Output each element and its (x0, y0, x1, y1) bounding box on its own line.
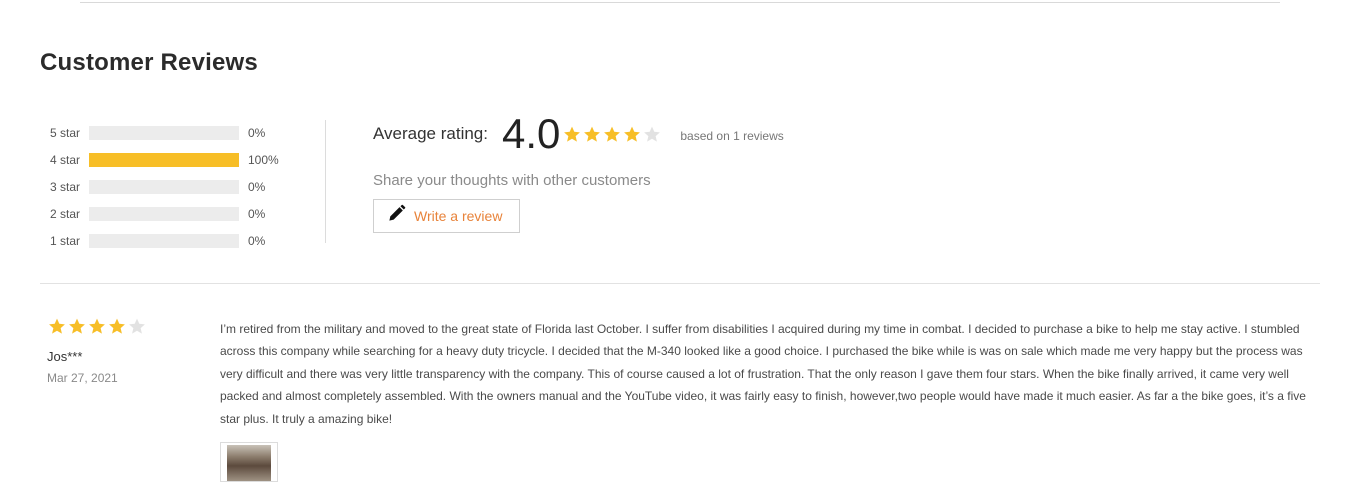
star-filled-icon (602, 125, 622, 144)
share-prompt: Share your thoughts with other customers (373, 172, 651, 189)
distribution-row-2[interactable]: 2 star 0% (50, 200, 310, 227)
review-photo-image (227, 445, 271, 481)
rating-distribution: 5 star 0% 4 star 100% 3 star 0% 2 star 0… (50, 119, 310, 254)
star-filled-icon (67, 317, 87, 336)
distribution-label: 2 star (50, 206, 81, 221)
star-filled-icon (47, 317, 67, 336)
review-text: I’m retired from the military and moved … (220, 322, 1306, 426)
distribution-label: 3 star (50, 179, 81, 194)
average-rating-value: 4.0 (501, 110, 561, 157)
section-divider (40, 283, 1320, 284)
review-author: Jos*** (47, 349, 83, 364)
distribution-row-3[interactable]: 3 star 0% (50, 173, 310, 200)
star-empty-icon (642, 125, 662, 144)
star-empty-icon (127, 317, 147, 336)
distribution-label: 1 star (50, 233, 81, 248)
top-divider (80, 2, 1280, 3)
write-review-label: Write a review (414, 208, 503, 224)
distribution-bar (89, 125, 239, 140)
review-count: based on 1 reviews (680, 129, 784, 143)
distribution-row-4[interactable]: 4 star 100% (50, 146, 310, 173)
review-stars (47, 317, 147, 336)
distribution-bar-fill (89, 152, 239, 167)
vertical-divider (325, 120, 326, 243)
star-filled-icon (582, 125, 602, 144)
section-title: Customer Reviews (40, 49, 258, 76)
star-filled-icon (562, 125, 582, 144)
distribution-bar (89, 206, 239, 221)
star-filled-icon (622, 125, 642, 144)
distribution-percent: 0% (248, 125, 266, 140)
average-rating-label: Average rating: (373, 124, 488, 143)
distribution-bar (89, 233, 239, 248)
distribution-percent: 100% (248, 152, 279, 167)
average-rating: Average rating: 4.0 based on 1 reviews (373, 112, 784, 156)
distribution-label: 5 star (50, 125, 81, 140)
average-rating-stars (562, 125, 662, 144)
distribution-row-5[interactable]: 5 star 0% (50, 119, 310, 146)
review-date: Mar 27, 2021 (47, 371, 118, 385)
pencil-icon (387, 204, 406, 228)
distribution-bar (89, 152, 239, 167)
star-filled-icon (107, 317, 127, 336)
write-review-button[interactable]: Write a review (373, 199, 520, 233)
distribution-percent: 0% (248, 233, 266, 248)
distribution-percent: 0% (248, 179, 266, 194)
distribution-row-1[interactable]: 1 star 0% (50, 227, 310, 254)
review-photo-thumbnail[interactable] (220, 442, 278, 482)
distribution-percent: 0% (248, 206, 266, 221)
star-filled-icon (87, 317, 107, 336)
distribution-label: 4 star (50, 152, 81, 167)
distribution-bar (89, 179, 239, 194)
